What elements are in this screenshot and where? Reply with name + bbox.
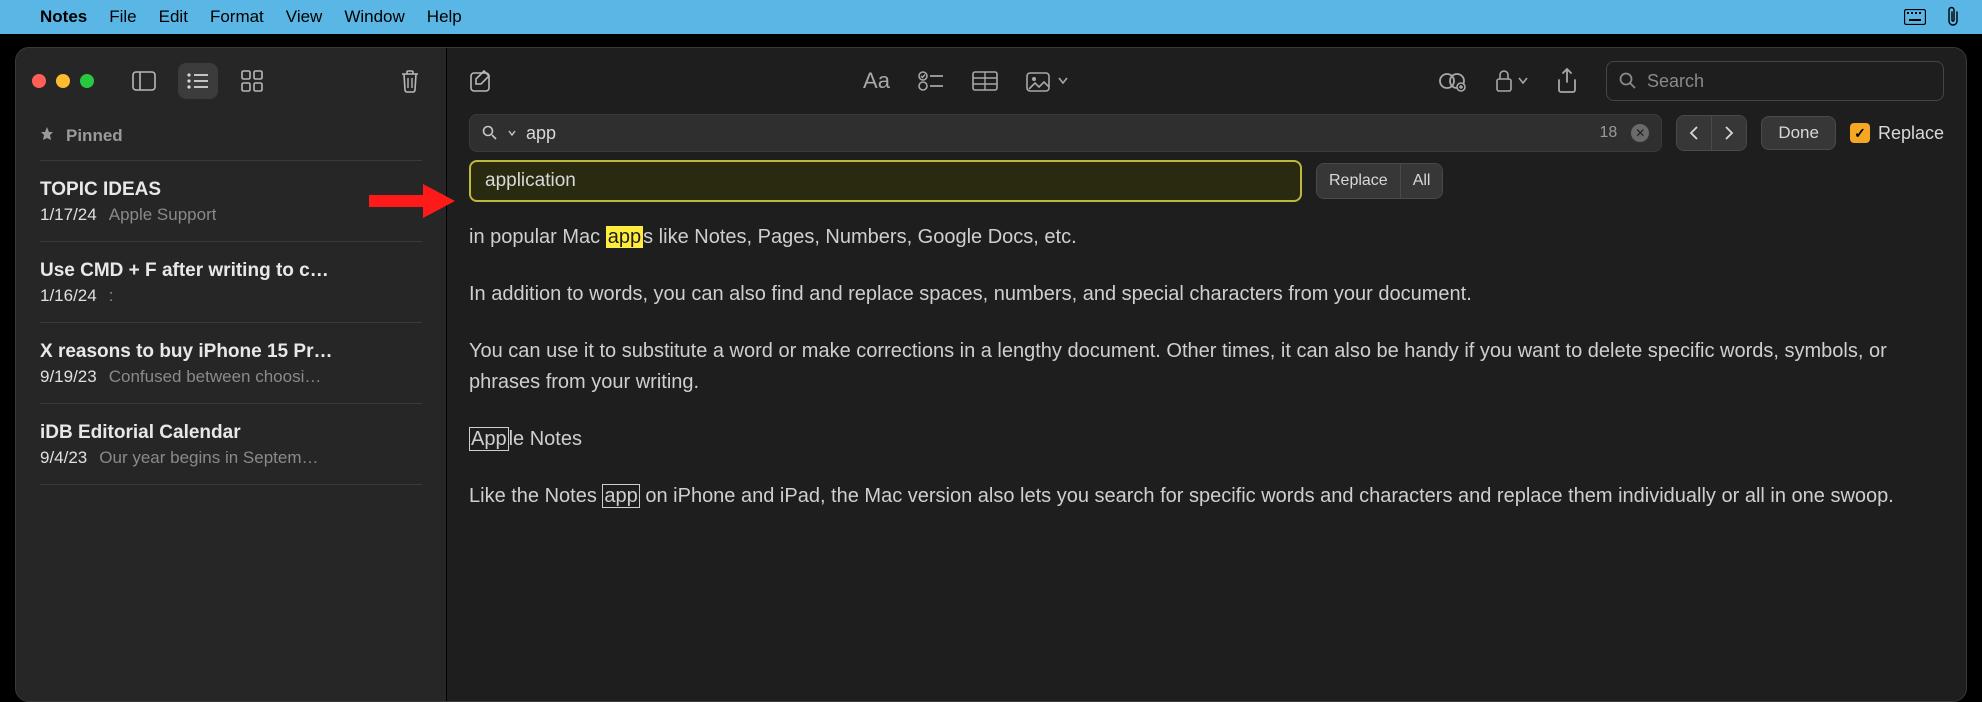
note-paragraph: You can use it to substitute a word or m… [469,336,1944,398]
delete-note-button[interactable] [390,63,430,99]
chevron-down-icon[interactable] [508,130,516,136]
fullscreen-window-button[interactable] [80,74,94,88]
list-view-button[interactable] [178,63,218,99]
paperclip-icon[interactable] [1942,7,1964,27]
editor-pane: Aa Search [447,48,1966,701]
menubar: Notes File Edit Format View Window Help [0,0,1982,34]
menu-help[interactable]: Help [427,7,462,27]
note-paragraph: in popular Mac apps like Notes, Pages, N… [469,222,1944,253]
search-notes-input[interactable]: Search [1606,61,1944,101]
replace-one-button[interactable]: Replace [1317,164,1400,198]
link-button[interactable] [1438,70,1466,92]
note-list: TOPIC IDEAS 1/17/24 Apple Support Use CMD… [16,156,446,485]
menu-notes[interactable]: Notes [40,7,87,27]
replace-all-button[interactable]: All [1400,164,1443,198]
sidebar-toolbar [16,48,446,114]
search-icon [482,125,498,141]
menu-file[interactable]: File [109,7,136,27]
replace-toggle-label: Replace [1878,123,1944,144]
pinned-label: Pinned [66,126,123,146]
menu-window[interactable]: Window [344,7,404,27]
find-done-button[interactable]: Done [1761,116,1836,150]
note-title: Use CMD + F after writing to c… [40,260,422,282]
note-preview: Apple Support [109,205,217,225]
keyboard-icon[interactable] [1904,7,1926,27]
note-paragraph: Apple Notes [469,424,1944,455]
note-date: 9/19/23 [40,367,97,387]
note-title: TOPIC IDEAS [40,179,422,201]
note-date: 9/4/23 [40,448,87,468]
pin-icon [40,127,54,145]
note-item[interactable]: TOPIC IDEAS 1/17/24 Apple Support [40,160,422,242]
find-prev-button[interactable] [1677,116,1711,150]
sidebar: Pinned TOPIC IDEAS 1/17/24 Apple Support … [16,48,447,701]
find-replace-bar: 18 ✕ Done ✓ Replace Replace All [447,114,1966,214]
notes-window: Pinned TOPIC IDEAS 1/17/24 Apple Support … [15,47,1967,702]
chevron-down-icon [1518,77,1528,85]
pinned-section-header: Pinned [16,114,446,156]
search-placeholder: Search [1647,71,1704,92]
note-date: 1/16/24 [40,286,97,306]
window-controls [32,74,94,88]
search-icon [1619,72,1637,90]
minimize-window-button[interactable] [56,74,70,88]
replace-toggle[interactable]: ✓ Replace [1850,123,1944,144]
note-content[interactable]: in popular Mac apps like Notes, Pages, N… [447,214,1966,538]
media-button[interactable] [1026,70,1068,92]
find-match: app [602,484,639,508]
replace-checkbox[interactable]: ✓ [1850,123,1870,143]
find-match-current: app [606,226,643,248]
note-item[interactable]: Use CMD + F after writing to c… 1/16/24: [40,242,422,323]
editor-toolbar: Aa Search [447,48,1966,114]
note-preview: Our year begins in Septem… [99,448,318,468]
chevron-down-icon [1058,77,1068,85]
menu-edit[interactable]: Edit [159,7,188,27]
note-date: 1/17/24 [40,205,97,225]
find-next-button[interactable] [1711,116,1746,150]
replace-input[interactable] [469,160,1302,202]
lock-button[interactable] [1494,69,1528,93]
note-preview: Confused between choosi… [109,367,322,387]
note-item[interactable]: iDB Editorial Calendar 9/4/23 Our year be… [40,404,422,485]
grid-view-button[interactable] [232,63,272,99]
menu-view[interactable]: View [286,7,323,27]
font-format-button[interactable]: Aa [863,68,890,94]
find-input-container: 18 ✕ [469,114,1662,152]
toggle-sidebar-button[interactable] [124,63,164,99]
find-match: App [469,427,509,451]
note-paragraph: In addition to words, you can also find … [469,279,1944,310]
note-paragraph: Like the Notes app on iPhone and iPad, t… [469,481,1944,512]
find-nav-segment [1676,115,1747,151]
note-title: X reasons to buy iPhone 15 Pr… [40,341,422,363]
menu-format[interactable]: Format [210,7,264,27]
note-item[interactable]: X reasons to buy iPhone 15 Pr… 9/19/23 Co… [40,323,422,404]
close-window-button[interactable] [32,74,46,88]
share-button[interactable] [1556,68,1578,94]
note-title: iDB Editorial Calendar [40,422,422,444]
find-input[interactable] [526,123,1590,144]
replace-action-segment: Replace All [1316,163,1443,199]
checklist-button[interactable] [918,71,944,91]
note-preview: : [109,286,114,306]
table-button[interactable] [972,71,998,91]
new-note-button[interactable] [469,69,493,93]
clear-find-button[interactable]: ✕ [1631,124,1649,142]
find-result-count: 18 [1600,124,1618,142]
